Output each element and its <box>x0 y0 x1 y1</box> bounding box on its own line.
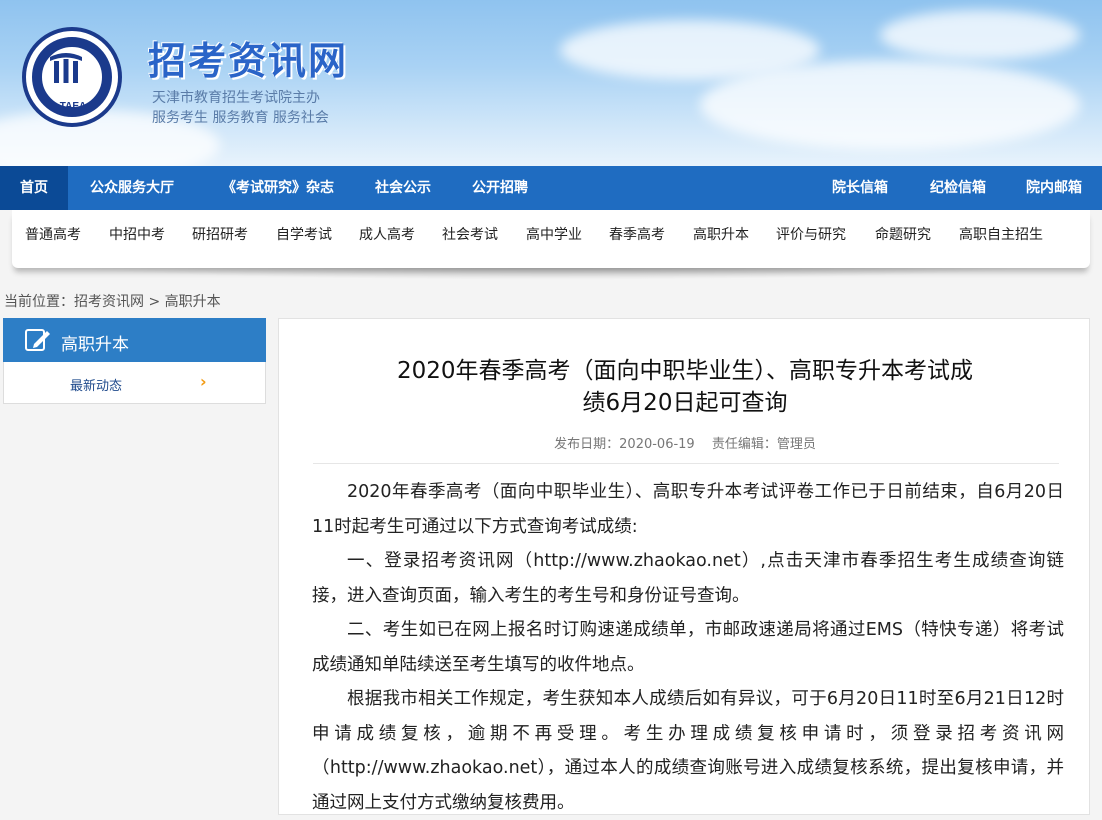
logo-text: TAEA <box>59 101 87 112</box>
subnav-item[interactable]: 高中学业 <box>526 224 582 244</box>
sidebar-title: 高职升本 <box>61 335 129 355</box>
subnav-item[interactable]: 研招研考 <box>192 224 248 244</box>
sub-nav: 普通高考 中招中考 研招研考 自学考试 成人高考 社会考试 高中学业 春季高考 … <box>12 210 1090 268</box>
article-paragraph: 二、考生如已在网上报名时订购速递成绩单，市邮政速递局将通过EMS（特快专递）将考… <box>312 620 1064 675</box>
main-nav: 首页 公众服务大厅 《考试研究》杂志 社会公示 公开招聘 院长信箱 纪检信箱 院… <box>0 166 1102 210</box>
article-paragraph: 2020年春季高考（面向中职毕业生）、高职专升本考试评卷工作已于日前结束，自6月… <box>312 482 1064 537</box>
subnav-item[interactable]: 中招中考 <box>109 224 165 244</box>
nav-journal[interactable]: 《考试研究》杂志 <box>208 166 348 210</box>
subnav-item[interactable]: 高职自主招生 <box>959 224 1043 244</box>
cloud-decoration <box>700 60 1080 150</box>
subnav-item[interactable]: 评价与研究 <box>776 224 846 244</box>
nav-public-notice[interactable]: 社会公示 <box>362 166 444 210</box>
nav-discipline-mailbox[interactable]: 纪检信箱 <box>916 166 1000 210</box>
article-title: 2020年春季高考（面向中职毕业生）、高职专升本考试成 绩6月20日起可查询 <box>319 355 1051 419</box>
article-body: 2020年春季高考（面向中职毕业生）、高职专升本考试评卷工作已于日前结束，自6月… <box>312 475 1064 820</box>
subnav-item[interactable]: 自学考试 <box>276 224 332 244</box>
subnav-item[interactable]: 高职升本 <box>693 224 749 244</box>
edit-document-icon <box>25 329 50 351</box>
cloud-decoration <box>880 10 1080 60</box>
subnav-item[interactable]: 春季高考 <box>609 224 665 244</box>
sidebar-header: 高职升本 <box>3 318 266 362</box>
article-meta: 发布日期：2020-06-19 责任编辑：管理员 <box>554 437 816 452</box>
breadcrumb[interactable]: 当前位置：招考资讯网 > 高职升本 <box>4 291 221 311</box>
subnav-item[interactable]: 成人高考 <box>359 224 415 244</box>
site-header: TAEA 招考资讯网 天津市教育招生考试院主办 服务考生 服务教育 服务社会 <box>0 0 1102 166</box>
nav-home[interactable]: 首页 <box>0 166 68 210</box>
nav-public-service[interactable]: 公众服务大厅 <box>74 166 190 210</box>
article-paragraph: 根据我市相关工作规定，考生获知本人成绩后如有异议，可于6月20日11时至6月21… <box>312 689 1064 813</box>
logo-emblem-icon <box>50 53 82 83</box>
site-subtitle: 天津市教育招生考试院主办 服务考生 服务教育 服务社会 <box>152 88 329 128</box>
chevron-right-icon: › <box>200 372 207 391</box>
subtitle-line-1: 天津市教育招生考试院主办 <box>152 90 320 106</box>
nav-internal-mail[interactable]: 院内邮箱 <box>1012 166 1096 210</box>
subtitle-line-2: 服务考生 服务教育 服务社会 <box>152 110 329 126</box>
subnav-item[interactable]: 普通高考 <box>25 224 81 244</box>
site-title[interactable]: 招考资讯网 <box>148 30 348 85</box>
subnav-item[interactable]: 社会考试 <box>442 224 498 244</box>
site-logo[interactable]: TAEA <box>22 27 122 127</box>
article-panel: 2020年春季高考（面向中职毕业生）、高职专升本考试成 绩6月20日起可查询 发… <box>278 318 1090 815</box>
article-title-line: 绩6月20日起可查询 <box>582 390 788 416</box>
sidebar-list: 最新动态 › <box>3 362 266 404</box>
nav-president-mailbox[interactable]: 院长信箱 <box>818 166 902 210</box>
nav-recruitment[interactable]: 公开招聘 <box>458 166 542 210</box>
subnav-item[interactable]: 命题研究 <box>875 224 931 244</box>
article-divider <box>313 463 1059 464</box>
sidebar-item-latest-news[interactable]: 最新动态 <box>70 375 122 394</box>
article-paragraph: 一、登录招考资讯网（http://www.zhaokao.net）,点击天津市春… <box>312 551 1064 606</box>
article-title-line: 2020年春季高考（面向中职毕业生）、高职专升本考试成 <box>396 358 974 384</box>
